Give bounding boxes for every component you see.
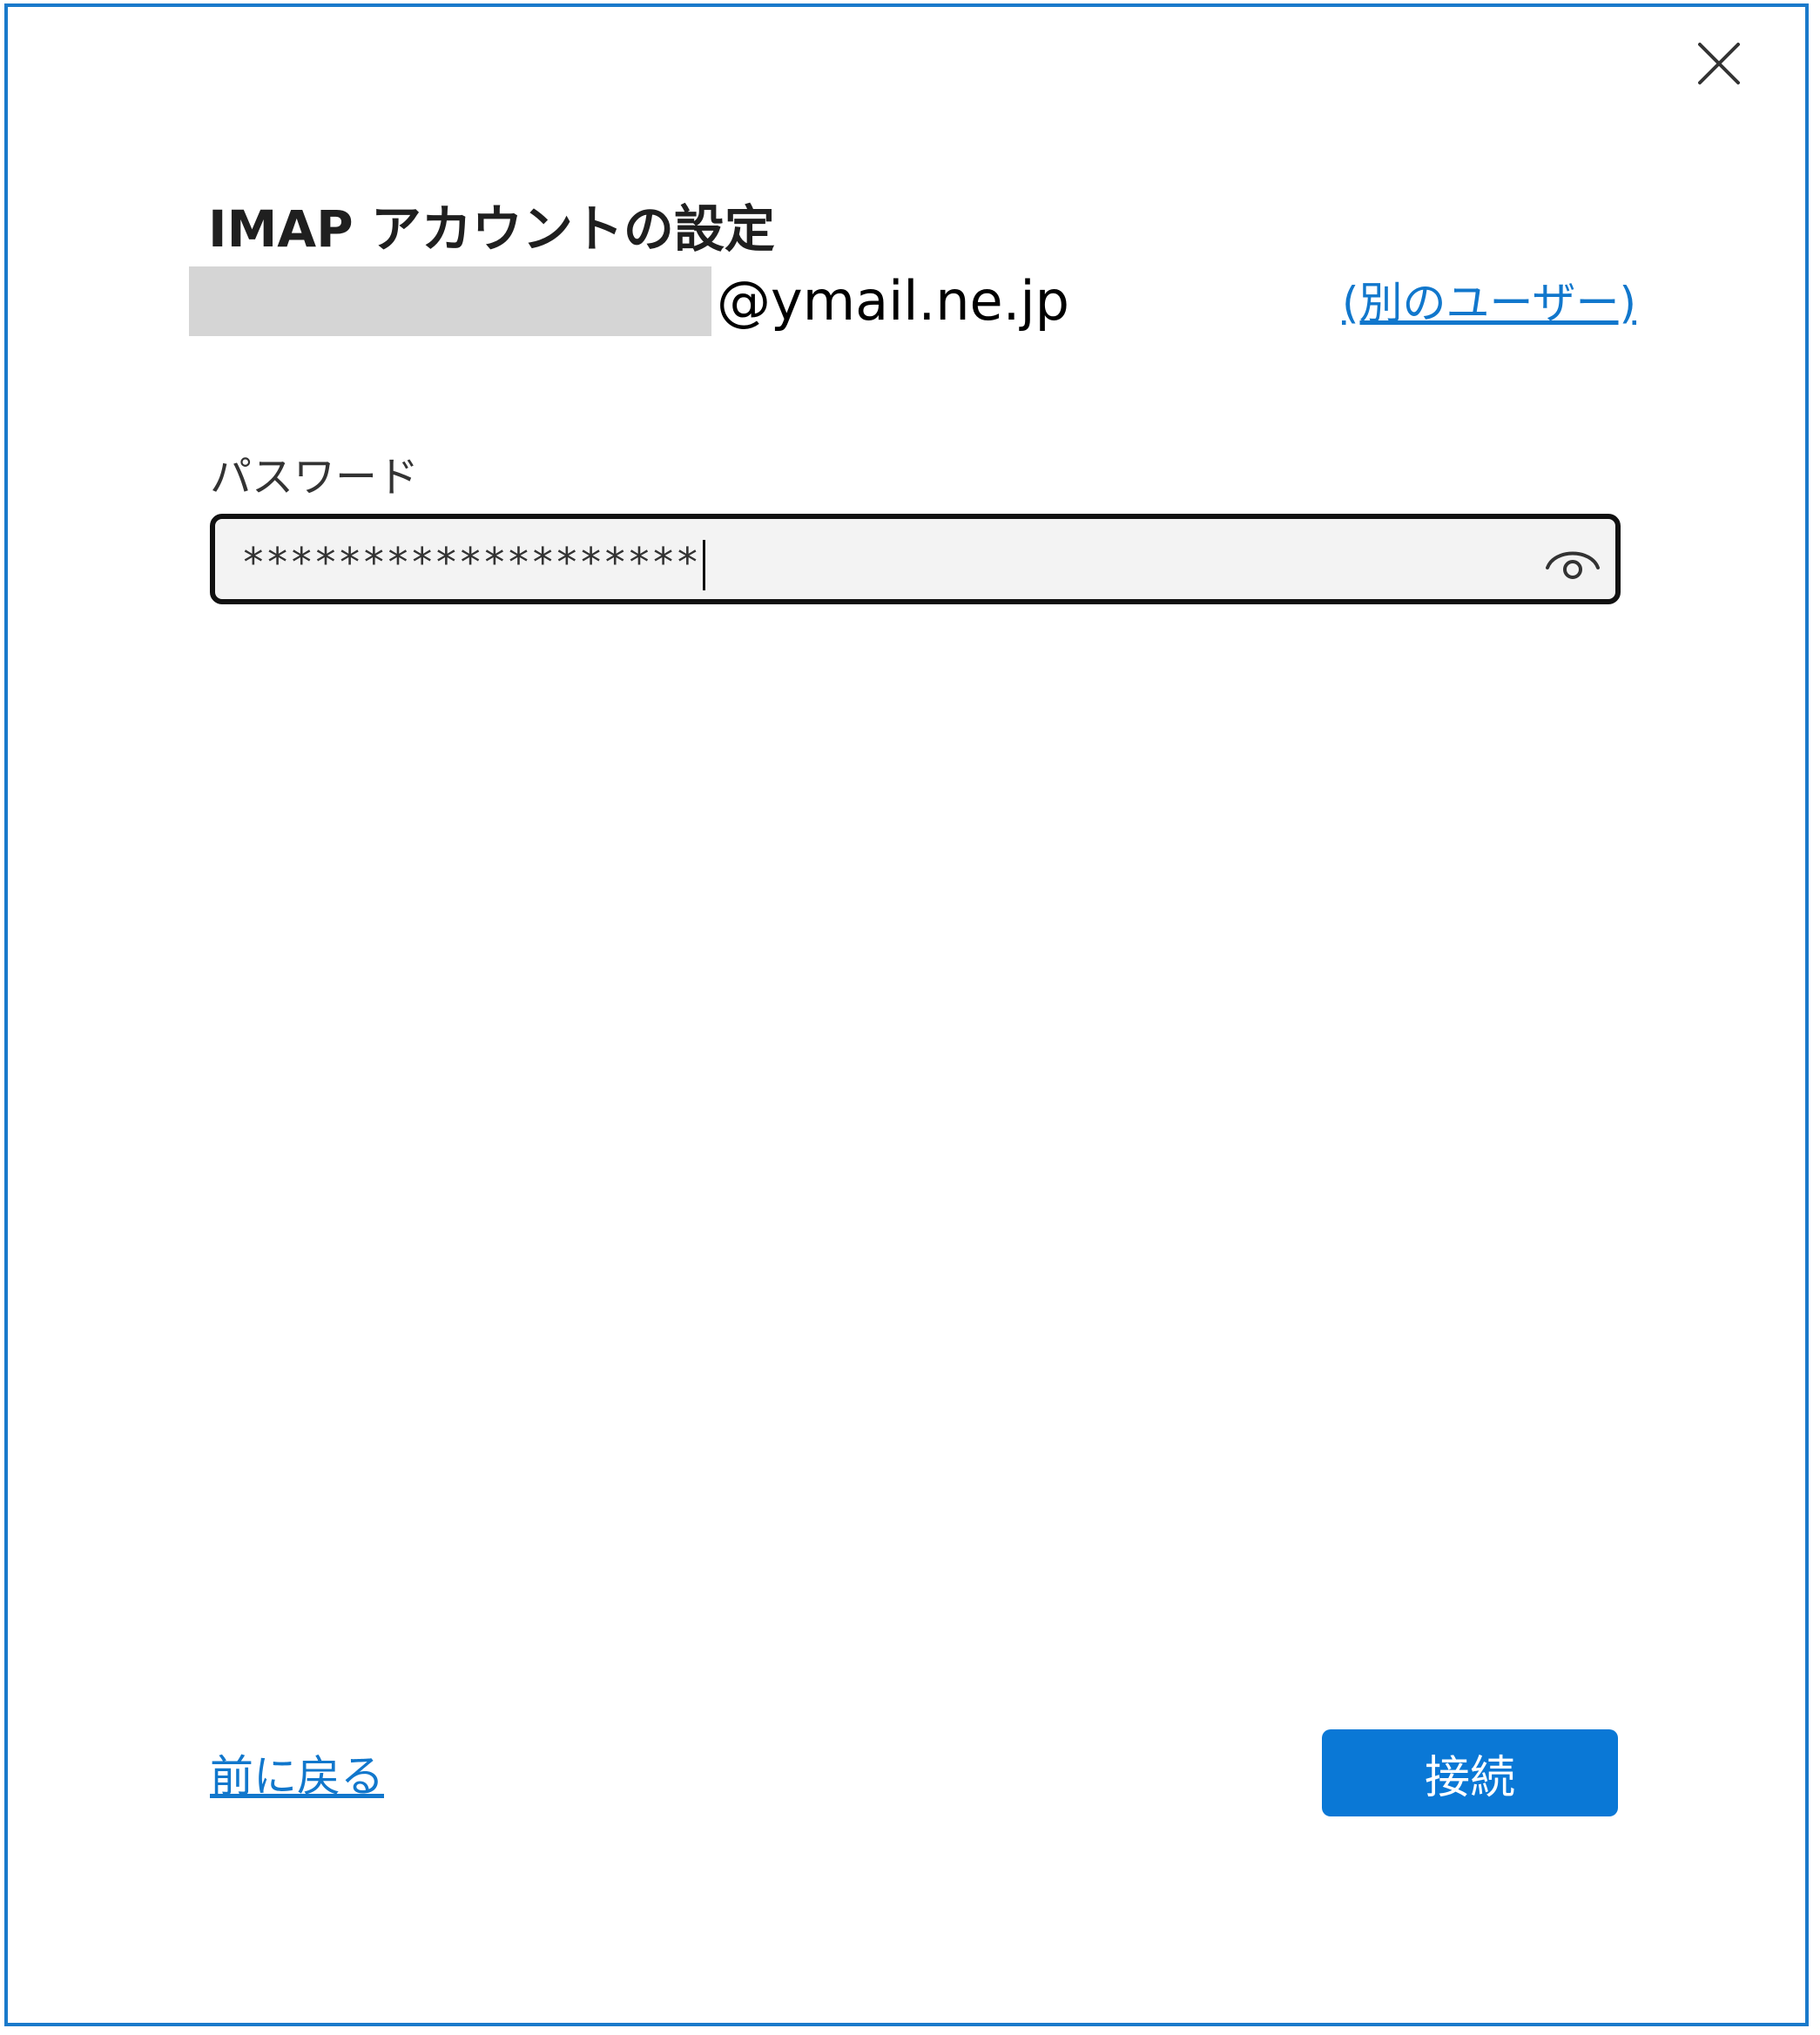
switch-user-link[interactable]: (別のユーザー) — [1342, 268, 1636, 331]
account-email: @ymail.ne.jp — [189, 266, 1069, 336]
imap-setup-dialog: IMAP アカウントの設定 @ymail.ne.jp (別のユーザー) パスワー… — [4, 3, 1809, 2026]
connect-button[interactable]: 接続 — [1322, 1729, 1618, 1816]
password-value[interactable]: ******************* — [241, 528, 706, 591]
password-label: パスワード — [210, 453, 420, 502]
close-icon — [1698, 43, 1740, 84]
email-redacted-block — [189, 266, 711, 336]
reveal-password-button[interactable] — [1542, 533, 1603, 585]
password-field[interactable]: ******************* — [210, 514, 1621, 604]
dialog-title: IMAP アカウントの設定 — [208, 199, 775, 259]
email-domain: @ymail.ne.jp — [717, 269, 1069, 333]
text-caret — [703, 540, 706, 591]
back-link[interactable]: 前に戻る — [210, 1742, 384, 1804]
eye-icon — [1546, 551, 1600, 579]
close-button[interactable] — [1693, 37, 1745, 90]
